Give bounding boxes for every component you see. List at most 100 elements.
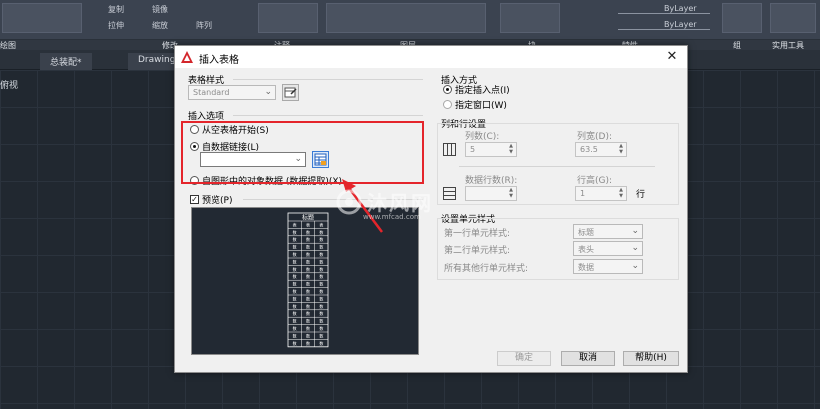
second-row-style-value: 表头 [578, 245, 594, 254]
chevron-down-icon: ⌄ [264, 87, 272, 97]
spinner-icon[interactable]: ▲ ▼ [507, 187, 515, 199]
preview-cell: 数 [319, 288, 323, 294]
preview-cell: 数 [319, 229, 323, 235]
other-rows-style-value: 数据 [578, 263, 594, 272]
preview-checkbox[interactable]: ✓ [190, 195, 199, 204]
preview-cell: 表 [319, 221, 323, 227]
preview-cell: 数 [293, 332, 297, 338]
preview-cell: 数 [306, 244, 310, 250]
layer-tools[interactable] [326, 3, 486, 33]
separator [243, 199, 423, 200]
ok-button[interactable]: 确定 [497, 351, 551, 366]
preview-cell: 数 [319, 266, 323, 272]
row-unit-label: 行 [636, 190, 646, 200]
insert-table-dialog: 插入表格 ✕ 表格样式 Standard ⌄ 插入选项 从空表格开始(S) 自数… [174, 45, 688, 373]
table-style-value: Standard [193, 88, 230, 97]
preview-cell: 数 [319, 325, 323, 331]
preview-cell: 数 [319, 258, 323, 264]
preview-cell: 数 [306, 258, 310, 264]
lineweight-combo[interactable]: ByLayer [618, 20, 710, 30]
table-style-select[interactable]: Standard ⌄ [188, 85, 276, 100]
mirror-tool[interactable]: 镜像 [152, 4, 168, 15]
scale-tool[interactable]: 缩放 [152, 20, 168, 31]
group-tools[interactable] [722, 3, 762, 33]
table-style-dialog-button[interactable] [282, 84, 299, 101]
spinner-icon[interactable]: ▲ ▼ [507, 143, 515, 155]
close-icon[interactable]: ✕ [663, 48, 681, 66]
radio-insertion-window-label[interactable]: 指定窗口(W) [455, 98, 507, 111]
radio-insertion-point[interactable] [443, 85, 452, 94]
col-width-input[interactable]: 63.5 ▲ ▼ [575, 142, 627, 157]
preview-cell: 数 [293, 244, 297, 250]
preview-cell: 数 [293, 325, 297, 331]
preview-cell: 数 [293, 266, 297, 272]
chevron-down-icon: ⌄ [631, 243, 639, 253]
spinner-icon[interactable]: ▲ ▼ [617, 187, 625, 199]
other-rows-style-label: 所有其他行单元样式: [444, 264, 529, 274]
preview-cell: 数 [319, 236, 323, 242]
data-rows-input[interactable]: ▲ ▼ [465, 186, 517, 201]
preview-cell: 数 [306, 229, 310, 235]
other-rows-style-select[interactable]: 数据 ⌄ [573, 259, 643, 274]
stretch-tool[interactable]: 拉伸 [108, 20, 124, 31]
preview-cell: 数 [293, 229, 297, 235]
columns-input[interactable]: 5 ▲ ▼ [465, 142, 517, 157]
view-label[interactable]: 俯视 [0, 78, 18, 91]
radio-insertion-point-label[interactable]: 指定插入点(I) [455, 83, 510, 96]
preview-cell: 数 [319, 273, 323, 279]
cancel-button[interactable]: 取消 [561, 351, 615, 366]
preview-cell: 数 [306, 273, 310, 279]
preview-cell: 数 [319, 251, 323, 257]
preview-cell: 数 [306, 325, 310, 331]
help-button[interactable]: 帮助(H) [623, 351, 679, 366]
tab-assembly[interactable]: 总装配* [40, 53, 92, 70]
preview-cell: 数 [293, 236, 297, 242]
preview-cell: 数 [293, 258, 297, 264]
row-height-input[interactable]: 1 ▲ ▼ [575, 186, 627, 201]
preview-cell: 数 [319, 303, 323, 309]
first-row-style-select[interactable]: 标题 ⌄ [573, 224, 643, 239]
preview-cell: 数 [306, 318, 310, 324]
preview-cell: 数 [306, 251, 310, 257]
chevron-down-icon: ⌄ [631, 226, 639, 236]
linetype-combo[interactable]: ByLayer [618, 4, 710, 14]
separator [233, 115, 423, 116]
copy-tool[interactable]: 复制 [108, 4, 124, 15]
preview-cell: 数 [306, 266, 310, 272]
dialog-title: 插入表格 [199, 55, 239, 66]
array-tool[interactable]: 阵列 [196, 20, 212, 31]
columns-value: 5 [470, 145, 476, 154]
preview-cell: 数 [306, 303, 310, 309]
preview-cell: 数 [306, 288, 310, 294]
preview-cell: 数 [293, 281, 297, 287]
first-row-style-label: 第一行单元样式: [444, 229, 511, 239]
columns-label: 列数(C): [465, 132, 500, 142]
preview-cell: 数 [319, 244, 323, 250]
preview-cell: 数 [293, 295, 297, 301]
draw-tools[interactable] [2, 3, 82, 33]
utility-tools[interactable] [770, 3, 816, 33]
chevron-down-icon: ⌄ [631, 261, 639, 271]
col-width-value: 63.5 [580, 145, 598, 154]
preview-cell: 表 [306, 221, 310, 227]
block-tools[interactable] [500, 3, 560, 33]
preview-cell: 数 [306, 295, 310, 301]
columns-icon [443, 143, 456, 156]
preview-cell: 数 [293, 318, 297, 324]
preview-cell: 数 [306, 340, 310, 346]
preview-cell: 数 [306, 281, 310, 287]
preview-cell: 数 [293, 273, 297, 279]
preview-label[interactable]: 预览(P) [202, 193, 232, 206]
preview-cell: 数 [293, 288, 297, 294]
radio-insertion-window[interactable] [443, 100, 452, 109]
preview-cell: 数 [319, 310, 323, 316]
first-row-style-value: 标题 [578, 228, 594, 237]
preview-cell: 数 [319, 332, 323, 338]
data-rows-label: 数据行数(R): [465, 176, 518, 186]
dialog-titlebar[interactable]: 插入表格 ✕ [175, 46, 687, 68]
second-row-style-select[interactable]: 表头 ⌄ [573, 241, 643, 256]
spinner-icon[interactable]: ▲ ▼ [617, 143, 625, 155]
preview-cell: 数 [319, 340, 323, 346]
ribbon: 复制 镜像 拉伸 缩放 阵列 ByLayer ByLayer [0, 0, 820, 40]
annotation-tools[interactable] [258, 3, 318, 33]
